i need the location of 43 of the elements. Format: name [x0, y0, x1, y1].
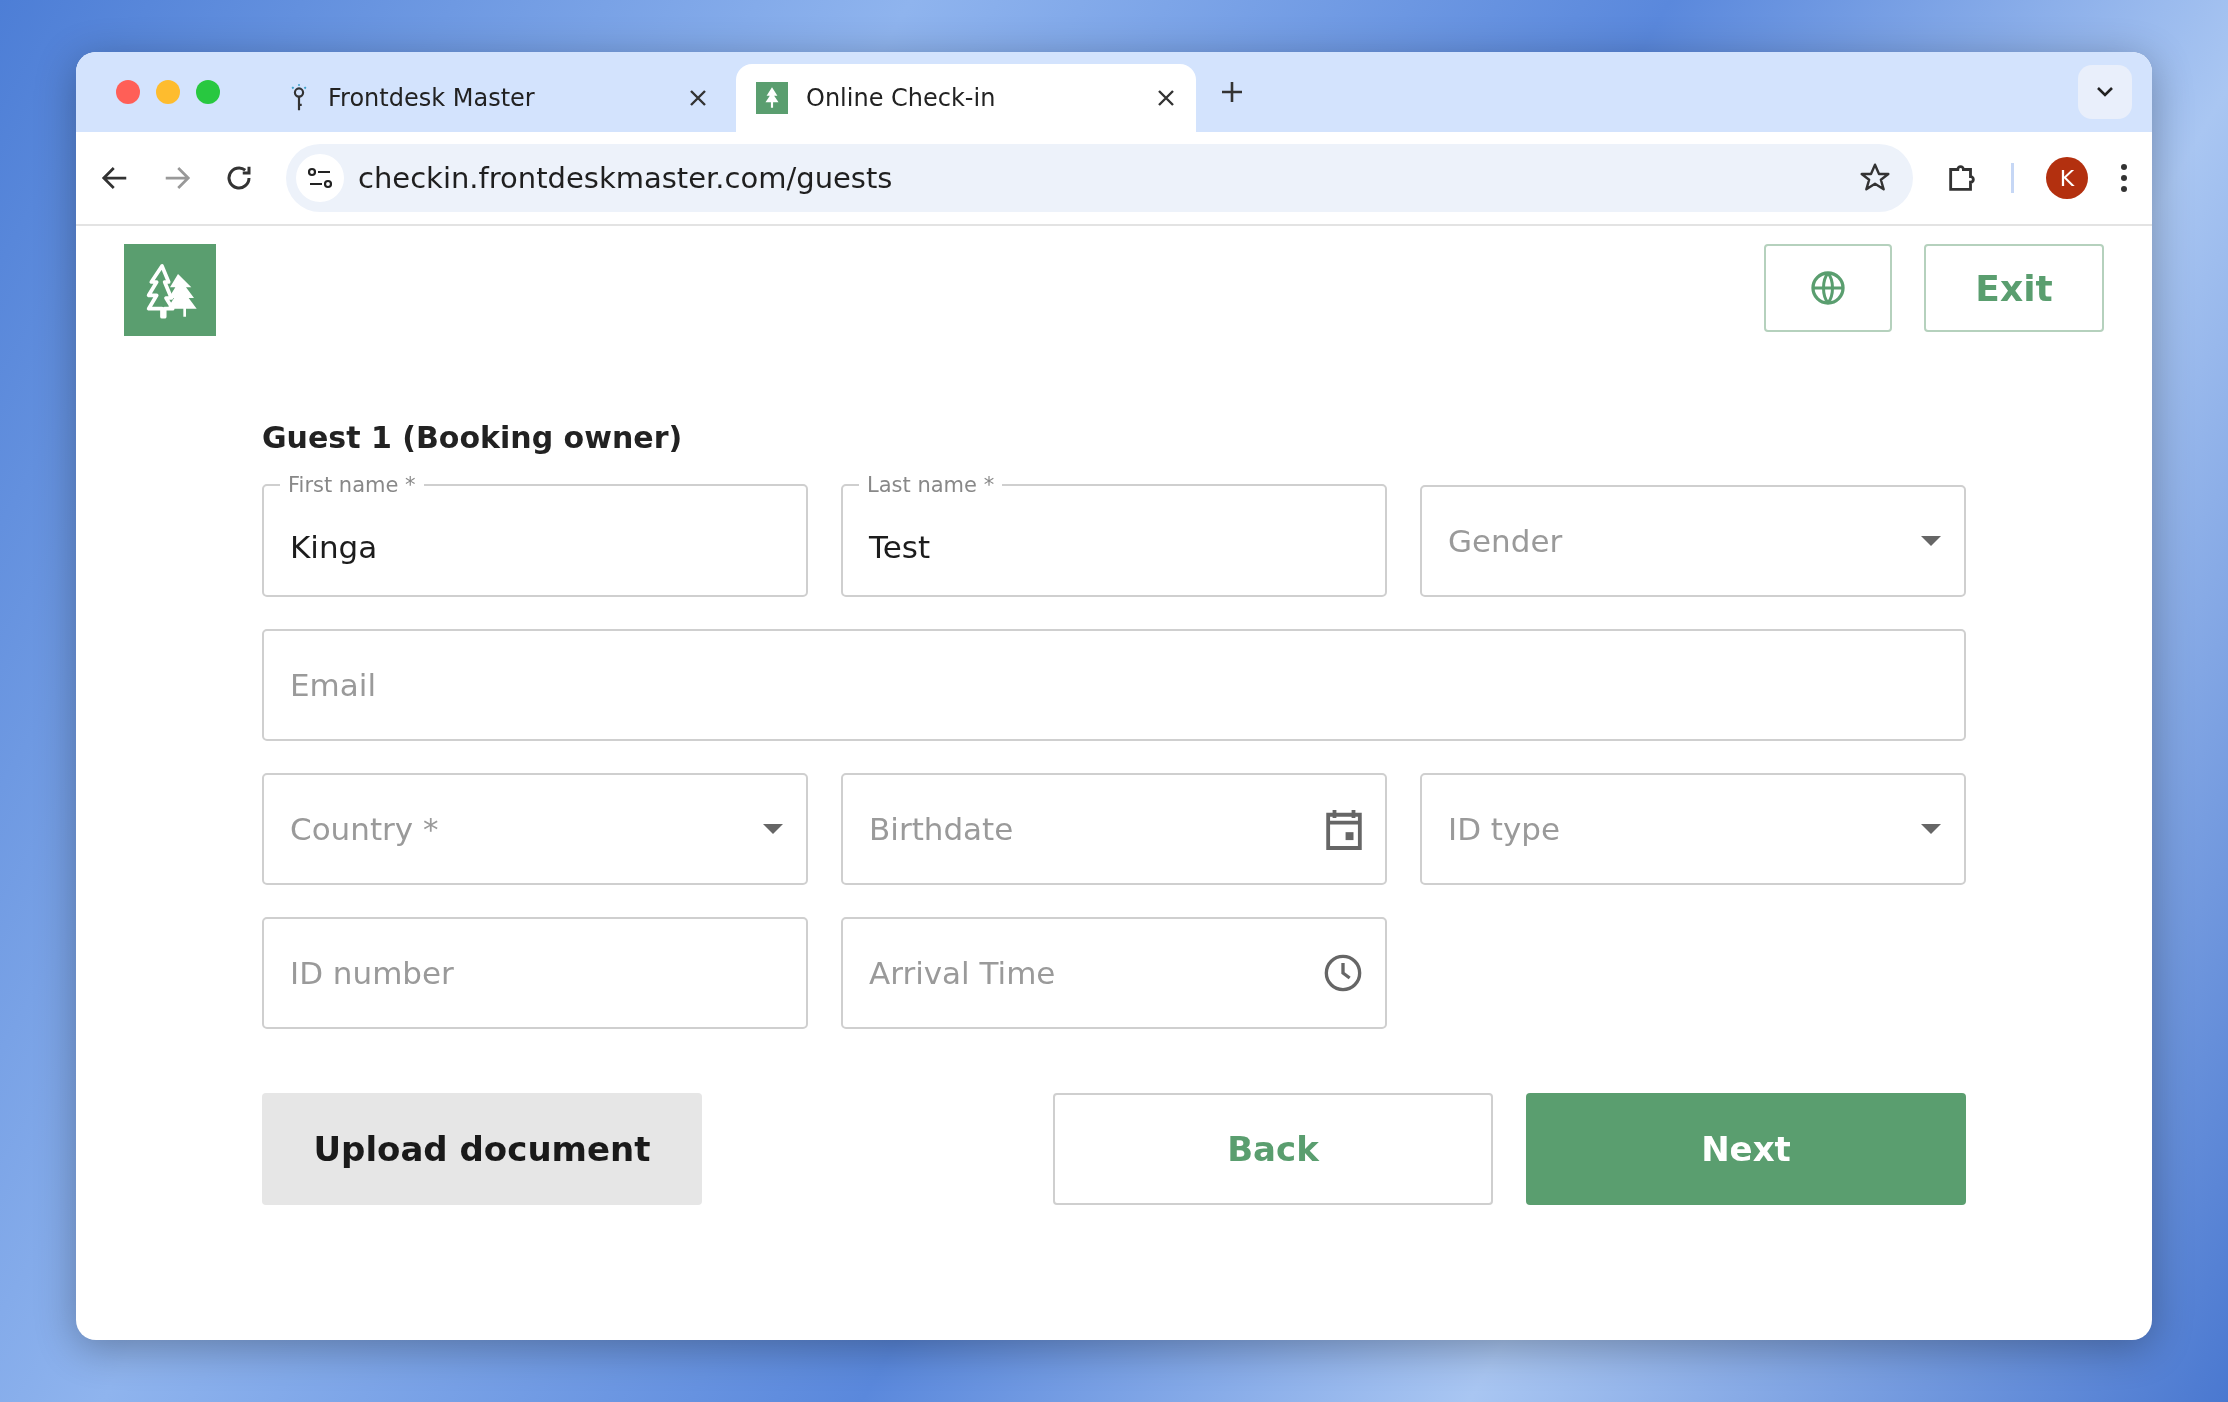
dropdown-caret-icon[interactable] — [1920, 535, 1942, 547]
field-placeholder: Birthdate — [869, 811, 1015, 847]
new-tab-icon[interactable] — [1220, 80, 1244, 104]
close-tab-icon[interactable] — [688, 88, 708, 108]
next-button[interactable]: Next — [1526, 1093, 1966, 1205]
field-placeholder: Email — [290, 667, 377, 703]
dropdown-field[interactable]: Gender — [1420, 485, 1966, 597]
field-placeholder: Country * — [290, 811, 440, 847]
field-placeholder: ID type — [1448, 811, 1562, 847]
floating-label: Last name * — [866, 472, 996, 498]
profile-avatar[interactable]: K — [2046, 157, 2088, 199]
guest-heading: Guest 1 (Booking owner) — [262, 420, 684, 455]
upload-document-button[interactable]: Upload document — [262, 1093, 702, 1205]
input-field[interactable]: Email — [262, 629, 1966, 741]
field-placeholder: Gender — [1448, 523, 1564, 559]
field-placeholder: ID number — [290, 955, 455, 991]
menu-icon[interactable] — [2120, 163, 2128, 193]
field-value: Test — [869, 528, 932, 565]
browser-tab[interactable]: Frontdesk Master — [268, 64, 728, 132]
date-field[interactable]: Birthdate — [841, 773, 1387, 885]
bookmark-star-icon[interactable] — [1859, 162, 1891, 194]
url-text: checkin.frontdeskmaster.com/guests — [358, 161, 894, 195]
field-placeholder: Arrival Time — [869, 955, 1057, 991]
dropdown-caret-icon[interactable] — [1920, 823, 1942, 835]
dropdown-field[interactable]: Country * — [262, 773, 808, 885]
favicon-icon — [756, 82, 788, 114]
clock-icon[interactable] — [1323, 953, 1363, 993]
time-field[interactable]: Arrival Time — [841, 917, 1387, 1029]
calendar-icon[interactable] — [1325, 808, 1363, 850]
exit-button[interactable]: Exit — [1924, 244, 2104, 332]
site-settings-icon[interactable] — [296, 154, 344, 202]
browser-tab[interactable]: Online Check-in — [736, 64, 1196, 132]
globe-icon — [1810, 270, 1846, 306]
back-button[interactable]: Back — [1053, 1093, 1493, 1205]
language-button[interactable] — [1764, 244, 1892, 332]
dropdown-caret-icon[interactable] — [762, 823, 784, 835]
input-field[interactable]: ID number — [262, 917, 808, 1029]
chevron-down-icon — [2096, 86, 2114, 98]
field-value: Kinga — [290, 528, 379, 565]
dropdown-field[interactable]: ID type — [1420, 773, 1966, 885]
floating-label: First name * — [287, 472, 417, 498]
close-tab-icon[interactable] — [1156, 88, 1176, 108]
address-bar[interactable]: checkin.frontdeskmaster.com/guests — [286, 144, 1913, 212]
